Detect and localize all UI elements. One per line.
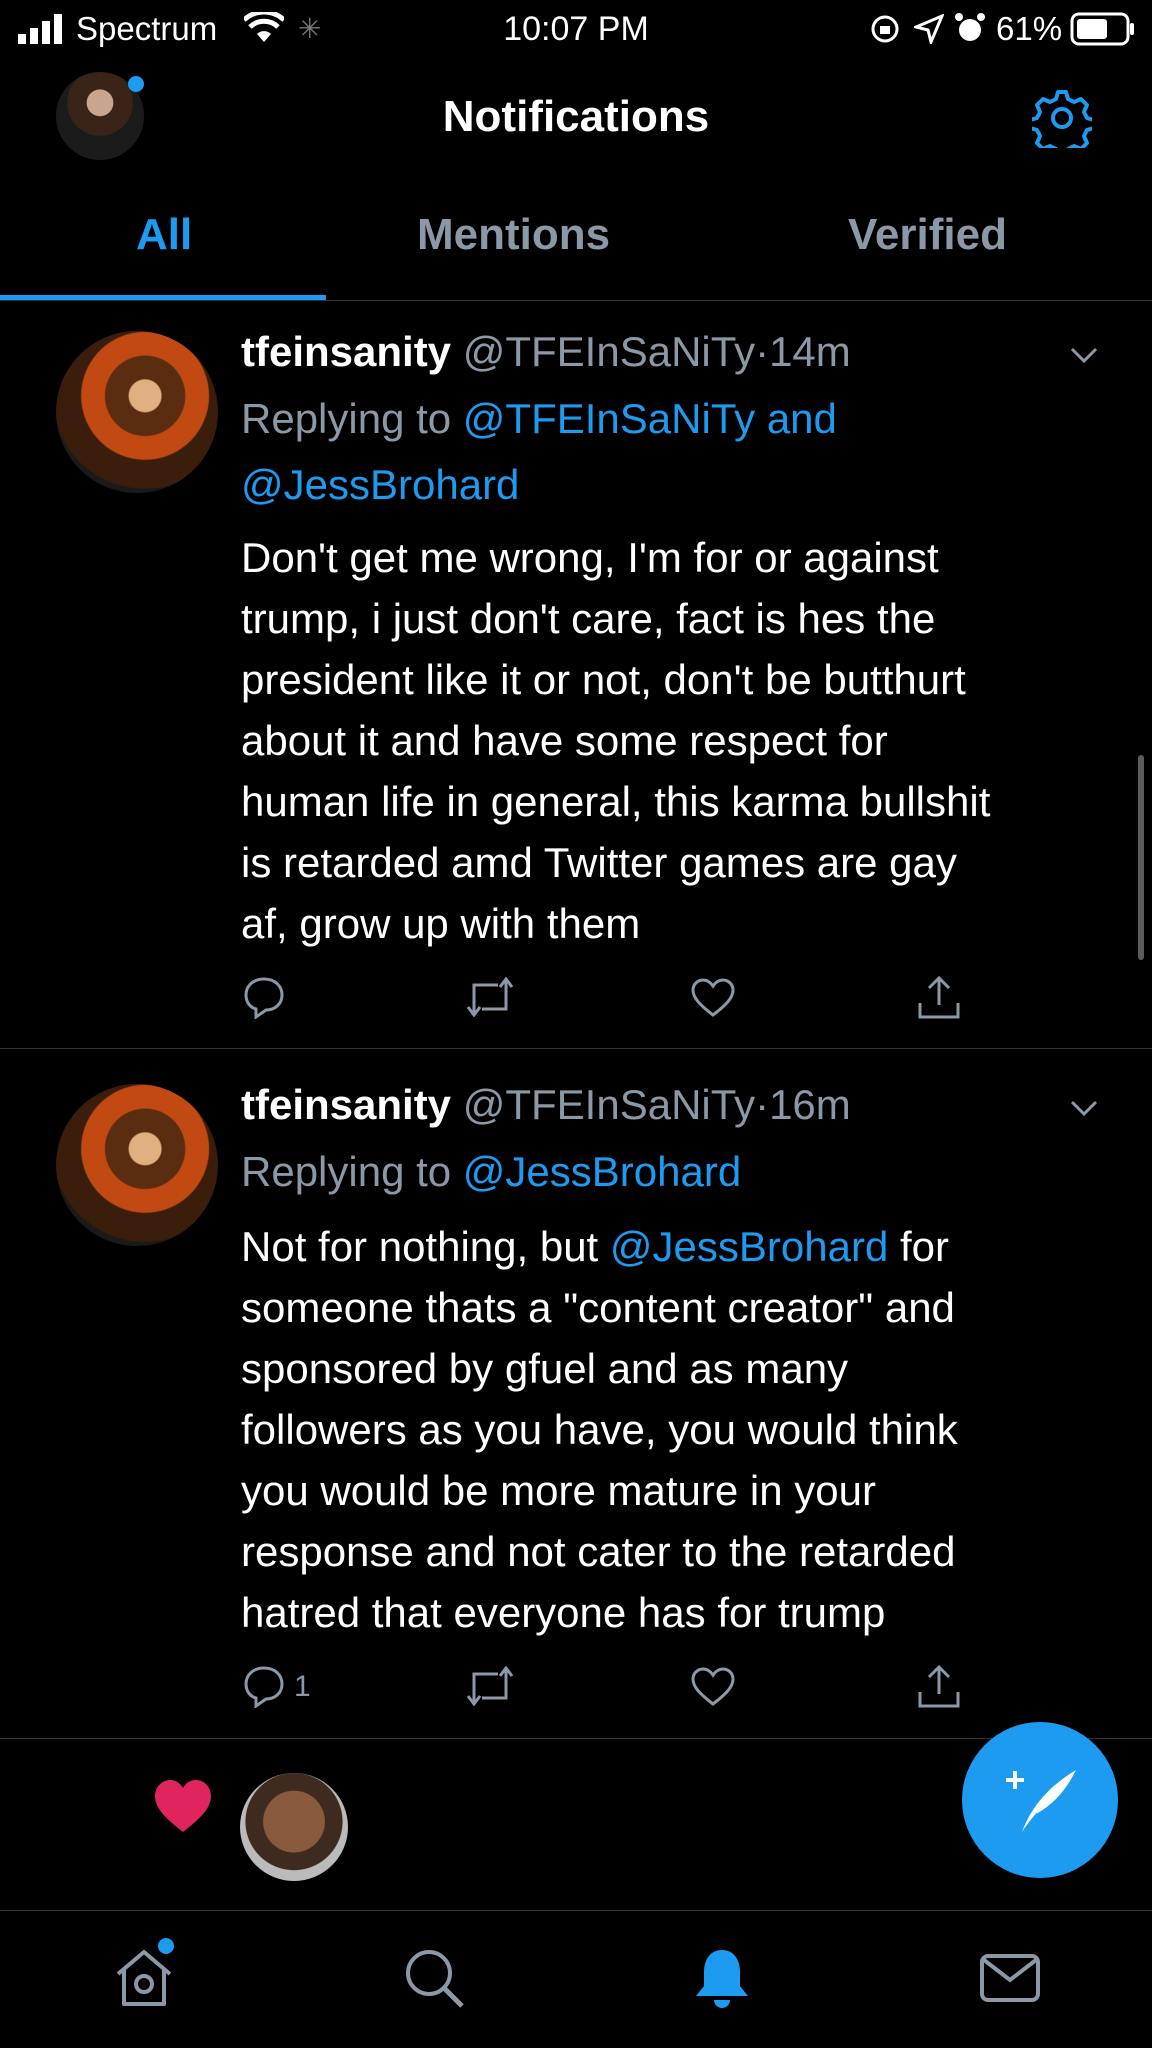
tweet-text-line: response and not cater to the retarded [241,1528,956,1575]
author-name[interactable]: tfeinsanity [241,1081,451,1128]
mention-link[interactable]: @TFEInSaNiTy and [463,395,837,442]
compose-tweet-icon [1006,1770,1076,1832]
reply-icon[interactable] [242,1664,286,1708]
author-name[interactable]: tfeinsanity [241,328,451,375]
tweet-text-line: Don't get me wrong, I'm for or against [241,534,939,581]
tweet-text-line: someone thats a "content creator" and [241,1284,955,1331]
tweet-text-line: human life in general, this karma bullsh… [241,778,991,825]
location-icon [914,14,944,44]
chevron-down-icon[interactable] [1069,340,1099,370]
text-fragment: for [888,1223,950,1270]
divider [0,1738,1152,1739]
share-icon[interactable] [916,975,962,1021]
mention-link[interactable]: @JessBrohard [610,1223,888,1270]
tweet-text-line: about it and have some respect for [241,717,888,764]
retweet-icon[interactable] [464,977,516,1017]
bell-icon[interactable] [690,1946,754,2010]
mention-link[interactable]: @JessBrohard [463,1148,741,1195]
tweet-text: Don't get me wrong, I'm for or against t… [241,527,1121,954]
tweet-header: tfeinsanity @TFEInSaNiTy·14m [241,328,851,376]
chevron-down-icon[interactable] [1069,1093,1099,1123]
replying-to: Replying to @TFEInSaNiTy and @JessBrohar… [241,386,837,518]
page-title: Notifications [442,92,710,141]
compose-tweet-button[interactable] [962,1722,1118,1878]
replying-to: Replying to @JessBrohard [241,1139,741,1205]
tweet-text: Not for nothing, but @JessBrohard for so… [241,1216,1121,1643]
scrollbar[interactable] [1138,755,1144,960]
author-handle[interactable]: @TFEInSaNiTy [463,1081,755,1128]
text-fragment: Not for nothing, but [241,1223,610,1270]
reply-count: 1 [294,1670,311,1703]
like-icon[interactable] [690,1666,736,1708]
tweet-actions: 1 [0,1664,1152,1714]
liker-avatar[interactable] [240,1773,348,1881]
author-handle[interactable]: @TFEInSaNiTy [463,328,755,375]
tweet-text-line: president like it or not, don't be butth… [241,656,966,703]
tweet-time: 14m [769,328,851,375]
status-bar: Spectrum ✳ 10:07 PM 61% [0,0,1152,60]
retweet-icon[interactable] [464,1666,516,1706]
divider [0,1910,1152,1911]
battery-icon [1070,12,1134,46]
tweet-header: tfeinsanity @TFEInSaNiTy·16m [241,1081,851,1129]
tweet-text-line: trump, i just don't care, fact is hes th… [241,595,936,642]
tweet-author-avatar[interactable] [56,1084,218,1246]
battery-percentage: 61% [996,10,1063,47]
notification-dot [128,76,144,92]
reply-icon[interactable] [242,975,286,1019]
replying-prefix: Replying to [241,395,452,442]
replying-prefix: Replying to [241,1148,452,1195]
mention-link[interactable]: @JessBrohard [241,461,519,508]
search-icon[interactable] [402,1946,466,2010]
dot-separator: · [755,1081,770,1128]
tweet-text-line: you would be more mature in your [241,1467,876,1514]
home-icon[interactable] [112,1946,176,2010]
tab-verified[interactable]: Verified [848,210,1007,260]
tweet-actions [0,975,1152,1025]
tweet-author-avatar[interactable] [56,331,218,493]
divider [0,300,1152,301]
tweet-text-line: is retarded amd Twitter games are gay [241,839,957,886]
heart-icon [155,1780,211,1832]
gear-icon[interactable] [1032,88,1092,148]
share-icon[interactable] [916,1664,962,1710]
divider [0,1048,1152,1049]
tweet-text-line: followers as you have, you would think [241,1406,958,1453]
tab-all[interactable]: All [136,210,192,260]
tweet-text-line: hatred that everyone has for trump [241,1589,886,1636]
tab-mentions[interactable]: Mentions [417,210,610,260]
tweet-time: 16m [769,1081,851,1128]
tweet-text-line: Not for nothing, but @JessBrohard for [241,1216,1121,1277]
home-notification-dot [158,1938,174,1954]
like-icon[interactable] [690,977,736,1019]
orientation-lock-icon [871,15,899,43]
mail-icon[interactable] [978,1946,1042,2010]
tweet-text-line: af, grow up with them [241,900,641,947]
alarm-icon [955,13,985,41]
dot-separator: · [755,328,770,375]
tweet-text-line: sponsored by gfuel and as many [241,1345,849,1392]
